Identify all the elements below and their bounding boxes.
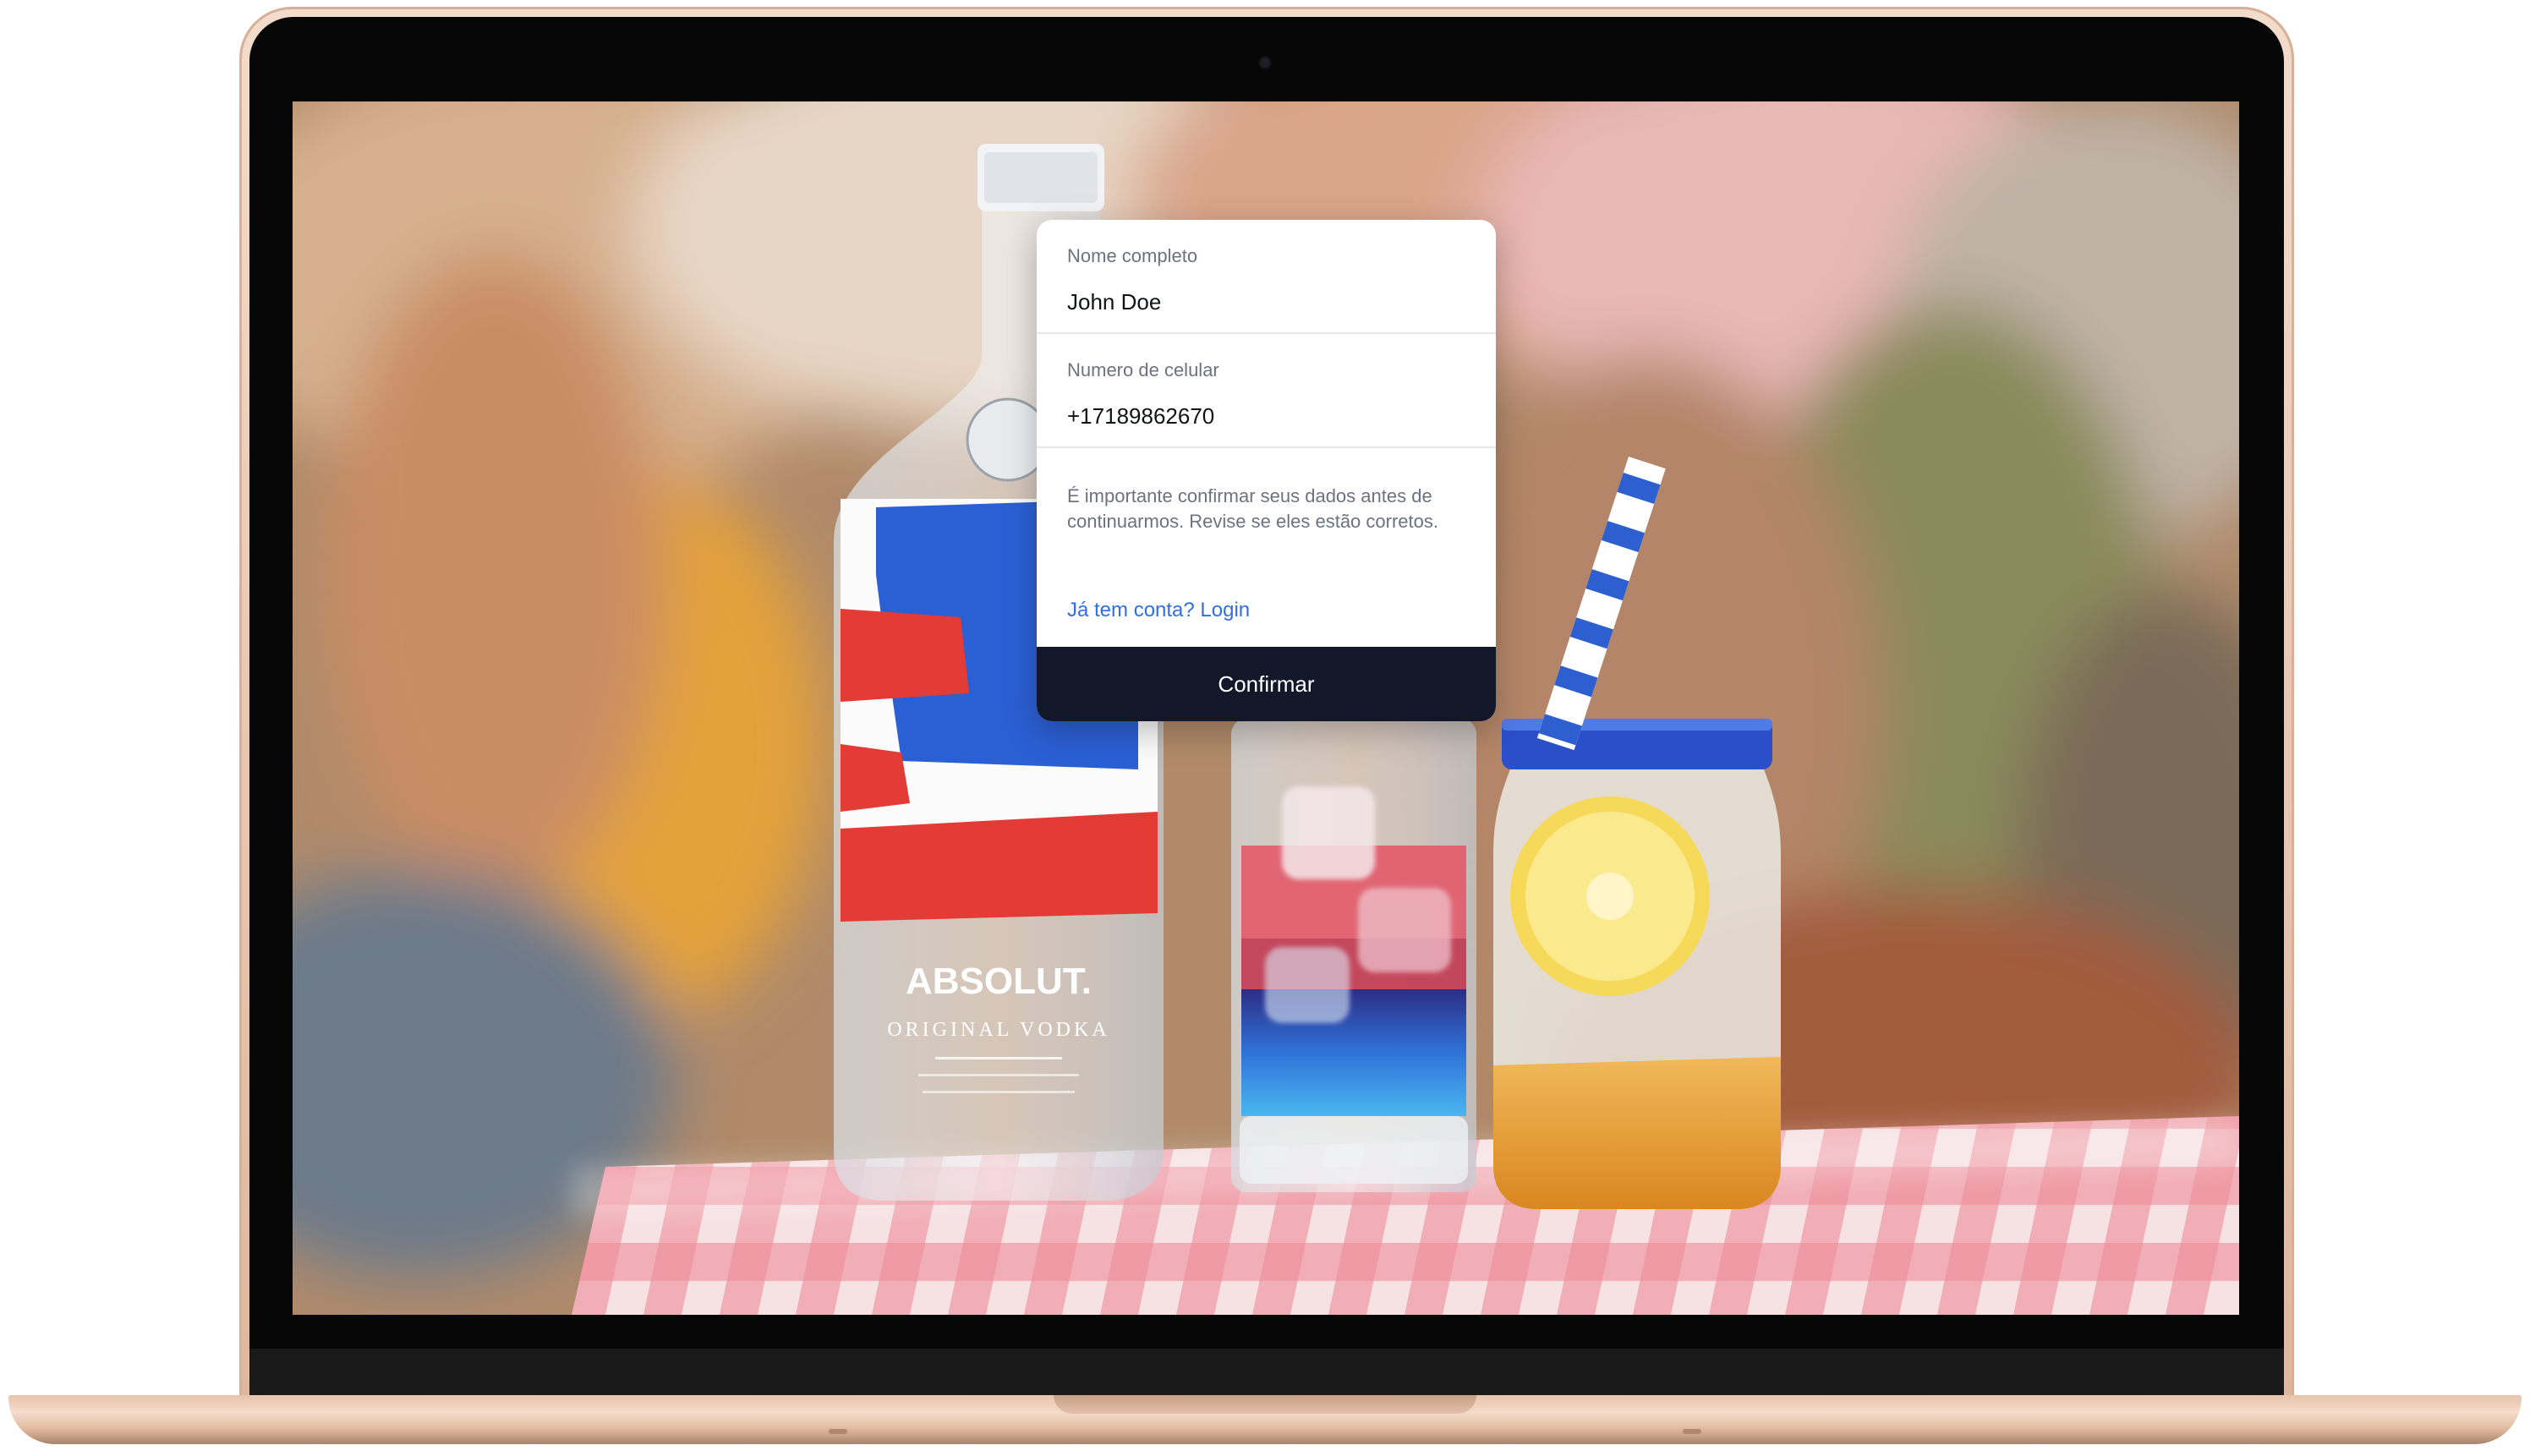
laptop-foot: [1683, 1429, 1701, 1434]
laptop-opening-notch: [1054, 1395, 1476, 1414]
phone-label: Numero de celular: [1067, 359, 1219, 380]
screen-chin: [249, 1349, 2284, 1395]
cocktail-glass: [1231, 719, 1476, 1192]
screen: ABSOLUT. ORIGINAL VODKA Nome completo Jo…: [293, 101, 2239, 1315]
login-link[interactable]: Já tem conta? Login: [1037, 583, 1496, 632]
laptop-mockup: ABSOLUT. ORIGINAL VODKA Nome completo Jo…: [0, 0, 2530, 1456]
confirm-details-dialog: Nome completo John Doe Numero de celular…: [1037, 220, 1496, 721]
bottle-brand-text: ABSOLUT.: [906, 961, 1092, 1002]
full-name-field[interactable]: Nome completo John Doe: [1037, 220, 1496, 334]
laptop-foot: [829, 1429, 847, 1434]
webcam-icon: [1260, 57, 1270, 68]
phone-field[interactable]: Numero de celular +17189862670: [1037, 334, 1496, 448]
phone-input[interactable]: +17189862670: [1067, 402, 1465, 430]
confirm-button[interactable]: Confirmar: [1037, 647, 1496, 721]
confirmation-note: É importante confirmar seus dados antes …: [1067, 485, 1438, 532]
bottle-sub-text: ORIGINAL VODKA: [887, 1019, 1109, 1041]
full-name-label: Nome completo: [1067, 245, 1198, 266]
full-name-input[interactable]: John Doe: [1067, 287, 1465, 316]
